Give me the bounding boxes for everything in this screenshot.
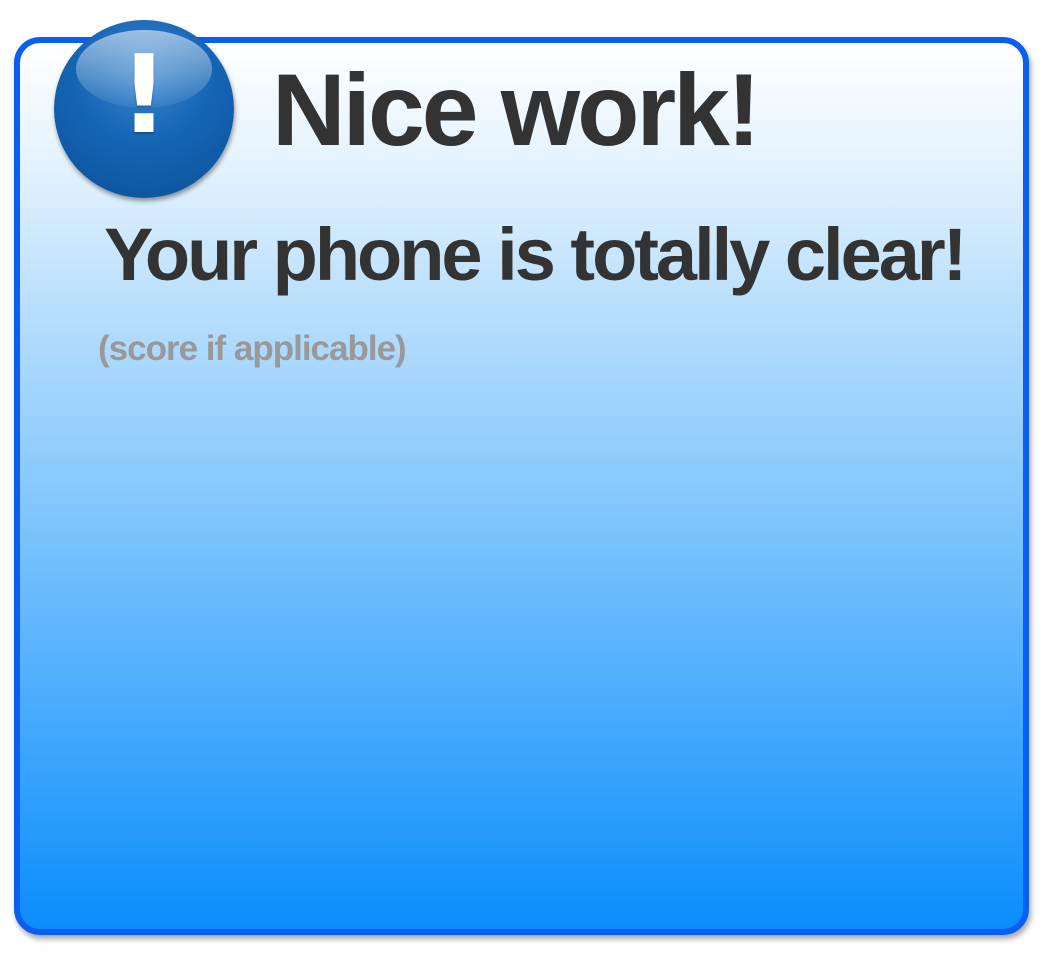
dialog-message: Your phone is totally clear! xyxy=(104,213,967,296)
alert-screen: ! Nice work! Your phone is totally clear… xyxy=(0,0,1048,954)
alert-badge: ! xyxy=(54,20,234,198)
dialog-title: Nice work! xyxy=(272,53,761,167)
exclamation-icon: ! xyxy=(119,33,169,158)
score-text: (score if applicable) xyxy=(98,329,407,368)
